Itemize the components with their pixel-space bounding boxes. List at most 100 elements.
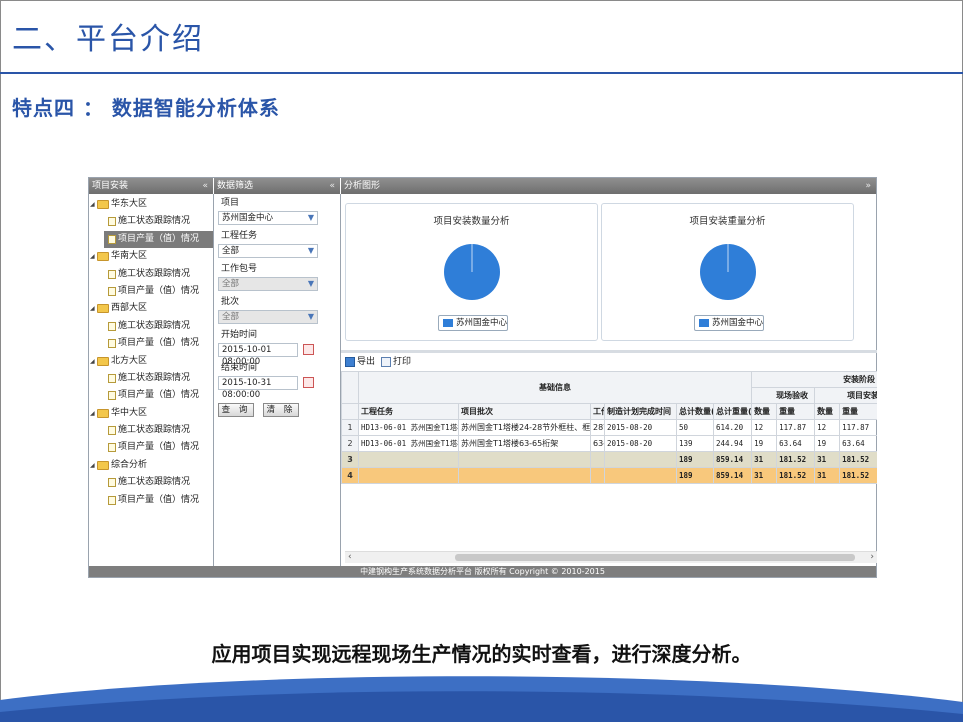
cell-batch: [458, 467, 591, 484]
cell-total-weight: 244.94: [712, 435, 753, 452]
column-header[interactable]: 工作: [590, 403, 605, 420]
data-grid: 基础信息 安装阶段 现场验收 项目安装 工程任务 项目批次 工作 制造计划完成时…: [341, 371, 877, 547]
chevron-down-icon[interactable]: ▼: [305, 245, 317, 257]
tree-item[interactable]: 项目产量（值）情况: [89, 335, 213, 352]
chevron-down-icon[interactable]: ▼: [305, 212, 317, 224]
batch-select[interactable]: 全部 ▼: [218, 310, 318, 324]
document-icon: [108, 321, 116, 331]
tree-item-label: 项目产量（值）情况: [118, 390, 200, 401]
app-footer: 中建钢构生产系统数据分析平台 版权所有 Copyright © 2010-201…: [89, 566, 876, 577]
clear-button[interactable]: 清 除: [263, 403, 299, 417]
summary-row-highlighted[interactable]: 4 189 859.14 31 181.52 31 181.52: [341, 467, 877, 484]
pane-divider: [213, 194, 214, 567]
row-number: 1: [341, 419, 359, 436]
scrollbar-thumb[interactable]: [455, 554, 855, 561]
chevron-down-icon[interactable]: ▼: [305, 278, 317, 290]
tree-item[interactable]: 施工状态跟踪情况: [89, 213, 213, 230]
group-header-install: 项目安装: [814, 387, 877, 404]
export-button[interactable]: 导出: [345, 355, 375, 369]
tree-item[interactable]: 施工状态跟踪情况: [89, 474, 213, 491]
print-button[interactable]: 打印: [381, 355, 411, 369]
filter-form: 项目 苏州国金中心 ▼ 工程任务 全部 ▼ 工作包号 全部 ▼ 批次 全部 ▼ 开始时间…: [215, 197, 339, 417]
weight-pie-chart: [700, 244, 756, 300]
document-icon: [108, 339, 116, 349]
column-header[interactable]: 总计重量(: [712, 403, 753, 420]
column-header[interactable]: 项目批次: [458, 403, 591, 420]
filter-panel-title: 数据筛选: [217, 181, 254, 191]
tree-item[interactable]: 施工状态跟踪情况: [89, 422, 213, 439]
document-icon: [108, 234, 116, 244]
row-number-header: [341, 403, 359, 420]
calendar-icon[interactable]: [303, 344, 314, 355]
tree-group-south[interactable]: ◢ 华南大区: [89, 248, 213, 265]
horizontal-scrollbar[interactable]: ‹ ›: [345, 551, 877, 563]
tree-item-label: 项目产量（值）情况: [118, 338, 200, 349]
tree-group-label: 综合分析: [111, 459, 148, 470]
package-select-value: 全部: [222, 279, 240, 289]
tree-item[interactable]: 施工状态跟踪情况: [89, 370, 213, 387]
tree-group-west[interactable]: ◢ 西部大区: [89, 300, 213, 317]
tree-item[interactable]: 项目产量（值）情况: [89, 492, 213, 509]
scroll-left-icon[interactable]: ‹: [348, 552, 352, 562]
filter-collapse-icon[interactable]: «: [329, 178, 335, 194]
slide-title: 二、平台介绍: [12, 22, 204, 57]
tree-group-label: 华中大区: [111, 407, 148, 418]
column-header[interactable]: 制造计划完成时间: [604, 403, 677, 420]
tree-collapse-icon[interactable]: «: [202, 178, 208, 194]
column-header[interactable]: 重量: [839, 403, 877, 420]
end-time-input[interactable]: 2015-10-31 08:00:00: [218, 376, 314, 400]
column-header[interactable]: 总计数量(: [676, 403, 714, 420]
quantity-legend[interactable]: 苏州国金中心: [438, 315, 508, 331]
tree-item[interactable]: 项目产量（值）情况: [89, 439, 213, 456]
table-row[interactable]: 1 HD13-06-01 苏州国金T1塔楼 苏州国金T1塔楼24-28节外框柱、…: [341, 419, 877, 436]
project-select[interactable]: 苏州国金中心 ▼: [218, 211, 318, 225]
charts-panel-title: 分析图形: [344, 181, 381, 191]
cell-install-weight: 181.52: [839, 451, 877, 468]
tree-group-north[interactable]: ◢ 北方大区: [89, 353, 213, 370]
cell-site-weight: 181.52: [776, 467, 816, 484]
tree-group-east[interactable]: ◢ 华东大区: [89, 196, 213, 213]
summary-row[interactable]: 3 189 859.14 31 181.52 31 181.52: [341, 451, 877, 468]
query-button[interactable]: 查 询: [218, 403, 254, 417]
package-select[interactable]: 全部 ▼: [218, 277, 318, 291]
tree-item-label: 施工状态跟踪情况: [118, 372, 191, 383]
cell-total-qty: 189: [676, 467, 714, 484]
filter-panel-header: 数据筛选 «: [214, 178, 340, 194]
cell-work: 63-6: [590, 435, 605, 452]
calendar-icon[interactable]: [303, 377, 314, 388]
cell-site-qty: 31: [751, 467, 778, 484]
folder-icon: [97, 460, 109, 470]
task-select[interactable]: 全部 ▼: [218, 244, 318, 258]
tree-group-central[interactable]: ◢ 华中大区: [89, 405, 213, 422]
folder-icon: [97, 200, 109, 209]
table-row[interactable]: 2 HD13-06-01 苏州国金T1塔楼 苏州国金T1塔楼63-65桁架 63…: [341, 435, 877, 452]
cell-install-qty: 31: [814, 451, 841, 468]
tree-item[interactable]: 项目产量（值）情况: [89, 283, 213, 300]
tree-item-label: 施工状态跟踪情况: [118, 320, 191, 331]
charts-expand-icon[interactable]: »: [865, 178, 871, 194]
legend-swatch: [443, 319, 453, 327]
scroll-right-icon[interactable]: ›: [870, 552, 874, 562]
cell-install-weight: 63.64: [839, 435, 877, 452]
column-header[interactable]: 数量: [751, 403, 778, 420]
cell-total-weight: 859.14: [712, 467, 753, 484]
tree-item-selected[interactable]: 项目产量（值）情况: [104, 230, 213, 249]
task-select-value: 全部: [222, 246, 240, 256]
tree-group-label: 华南大区: [111, 251, 148, 262]
document-icon: [108, 443, 116, 453]
panel-splitter[interactable]: [341, 350, 877, 353]
weight-legend[interactable]: 苏州国金中心: [694, 315, 764, 331]
cell-work: 28节: [590, 419, 605, 436]
column-header[interactable]: 数量: [814, 403, 841, 420]
start-time-input[interactable]: 2015-10-01 08:00:00: [218, 343, 314, 367]
chevron-down-icon[interactable]: ▼: [305, 311, 317, 323]
column-header[interactable]: 重量: [776, 403, 816, 420]
document-icon: [108, 478, 116, 488]
tree-item[interactable]: 施工状态跟踪情况: [89, 266, 213, 283]
task-label: 工程任务: [221, 231, 258, 241]
tree-item[interactable]: 项目产量（值）情况: [89, 387, 213, 404]
column-header[interactable]: 工程任务: [358, 403, 459, 420]
tree-item[interactable]: 施工状态跟踪情况: [89, 318, 213, 335]
folder-icon: [97, 356, 109, 366]
tree-group-analysis[interactable]: ◢ 综合分析: [89, 457, 213, 474]
